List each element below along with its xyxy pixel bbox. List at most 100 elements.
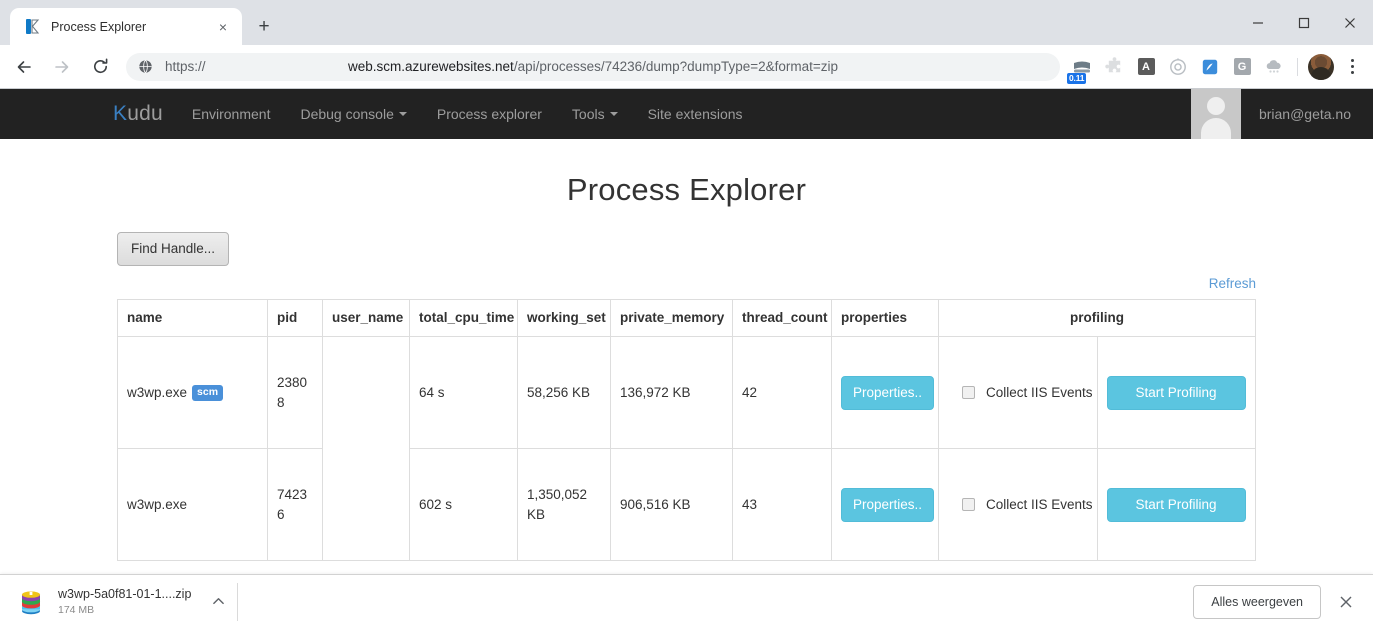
tab-title: Process Explorer — [51, 19, 147, 34]
collect-iis-events-label: Collect IIS Events — [986, 384, 1093, 400]
chevron-down-icon — [609, 112, 618, 116]
kudu-user-area: brian@geta.no — [1190, 89, 1373, 139]
nav-item-environment-label: Environment — [191, 106, 271, 122]
cloud-extension-icon[interactable] — [1260, 53, 1288, 81]
col-header-thread-count: thread_count — [732, 299, 832, 337]
process-name: w3wp.exe — [127, 496, 188, 512]
chevron-down-icon — [398, 112, 407, 116]
status-badge: scm — [192, 384, 224, 401]
address-scheme: https:// — [165, 59, 206, 74]
cell-properties: Properties.. — [831, 336, 939, 449]
find-handle-button[interactable]: Find Handle... — [117, 232, 230, 266]
blue-bird-extension-icon[interactable] — [1196, 53, 1224, 81]
col-header-profiling: profiling — [938, 299, 1256, 337]
col-header-properties: properties — [831, 299, 939, 337]
cell-user-name — [322, 336, 410, 449]
chevron-up-icon[interactable] — [205, 589, 231, 615]
cell-collect-iis-events: Collect IIS Events — [938, 336, 1098, 449]
col-header-user-name: user_name — [322, 299, 410, 337]
cell-thread-count: 42 — [732, 336, 832, 449]
target-extension-icon[interactable] — [1164, 53, 1192, 81]
reader-extension-icon[interactable]: 0.11 — [1067, 53, 1096, 84]
adblock-letter: A — [1137, 58, 1155, 75]
show-all-downloads-button[interactable]: Alles weergeven — [1193, 584, 1321, 619]
nav-item-environment[interactable]: Environment — [177, 89, 286, 139]
google-g-extension-icon[interactable]: G — [1228, 53, 1256, 81]
three-dot-menu-icon[interactable] — [1339, 53, 1365, 81]
puzzle-extension-icon[interactable] — [1100, 53, 1128, 81]
reader-extension-badge: 0.11 — [1067, 72, 1087, 84]
collect-iis-events-checkbox[interactable] — [962, 498, 975, 511]
toolbar-divider — [1297, 57, 1298, 76]
browser-title-bar: Process Explorer × + — [0, 0, 1373, 45]
globe-icon — [138, 59, 154, 75]
browser-tab[interactable]: Process Explorer × — [10, 8, 242, 45]
cell-private-memory: 906,516 KB — [610, 448, 733, 561]
address-url: web.scm.azurewebsites.net/api/processes/… — [126, 59, 1060, 74]
col-header-name: name — [117, 299, 268, 337]
properties-button[interactable]: Properties.. — [841, 487, 935, 522]
profile-avatar[interactable] — [1308, 53, 1334, 80]
download-file-name: w3wp-5a0f81-01-1....zip — [58, 587, 192, 601]
download-file-size: 174 MB — [58, 604, 95, 616]
refresh-row: Refresh — [117, 275, 1256, 292]
nav-item-debug-console-label: Debug console — [300, 106, 394, 122]
close-icon[interactable] — [1327, 0, 1373, 45]
properties-button[interactable]: Properties.. — [841, 375, 935, 410]
download-shelf: w3wp-5a0f81-01-1....zip 174 MB Alles wee… — [0, 574, 1373, 628]
page-body: Process Explorer Find Handle... Refresh … — [0, 172, 1373, 561]
col-header-total-cpu-time: total_cpu_time — [409, 299, 518, 337]
cell-thread-count: 43 — [732, 448, 832, 561]
extensions-bar: 0.11 A G — [1060, 53, 1365, 84]
new-tab-button[interactable]: + — [250, 12, 278, 40]
cell-properties: Properties.. — [831, 448, 939, 561]
cell-working-set: 58,256 KB — [517, 336, 611, 449]
close-download-shelf-icon[interactable] — [1333, 589, 1359, 615]
nav-item-site-extensions-label: Site extensions — [647, 106, 743, 122]
cell-collect-iis-events: Collect IIS Events — [938, 448, 1098, 561]
download-shelf-actions: Alles weergeven — [1193, 584, 1359, 619]
adblock-a-icon[interactable]: A — [1132, 53, 1160, 81]
nav-item-debug-console[interactable]: Debug console — [285, 89, 421, 139]
nav-item-site-extensions[interactable]: Site extensions — [633, 89, 758, 139]
back-arrow-icon[interactable] — [8, 51, 40, 83]
cell-user-name — [322, 448, 410, 561]
page-title: Process Explorer — [566, 172, 807, 207]
collect-iis-events-label: Collect IIS Events — [986, 496, 1093, 512]
page-viewport: Kudu Environment Debug console Process e… — [0, 89, 1373, 628]
window-controls — [1235, 0, 1373, 45]
address-path: /api/processes/74236/dump?dumpType=2&for… — [513, 59, 839, 74]
table-row: w3wp.exe 74236 602 s 1,350,052 KB 906,51… — [117, 448, 1256, 561]
table-header-row: name pid user_name total_cpu_time workin… — [117, 299, 1256, 337]
maximize-icon[interactable] — [1281, 0, 1327, 45]
address-host: web.scm.azurewebsites.net — [347, 59, 514, 74]
cell-pid: 23808 — [267, 336, 323, 449]
kudu-navbar: Kudu Environment Debug console Process e… — [0, 89, 1373, 139]
start-profiling-button[interactable]: Start Profiling — [1106, 487, 1246, 522]
browser-toolbar: https:// web.scm.azurewebsites.net/api/p… — [0, 45, 1373, 89]
tab-close-icon[interactable]: × — [214, 18, 232, 36]
nav-item-process-explorer[interactable]: Process explorer — [422, 89, 557, 139]
tab-strip: Process Explorer × + — [0, 0, 278, 45]
cell-pid: 74236 — [267, 448, 323, 561]
download-item[interactable]: w3wp-5a0f81-01-1....zip 174 MB — [16, 582, 239, 621]
process-table-head: name pid user_name total_cpu_time workin… — [117, 299, 1256, 337]
avatar — [1190, 89, 1241, 139]
table-row: w3wp.exe scm 23808 64 s 58,256 KB 136,972… — [117, 336, 1256, 449]
refresh-link[interactable]: Refresh — [1209, 276, 1256, 291]
process-table: name pid user_name total_cpu_time workin… — [117, 299, 1256, 561]
start-profiling-button[interactable]: Start Profiling — [1106, 375, 1246, 410]
kudu-logo-k: K — [113, 102, 128, 125]
nav-item-tools[interactable]: Tools — [557, 89, 633, 139]
reload-icon[interactable] — [84, 51, 116, 83]
minimize-icon[interactable] — [1235, 0, 1281, 45]
address-bar[interactable]: https:// web.scm.azurewebsites.net/api/p… — [126, 52, 1060, 81]
browser-window: Process Explorer × + https:// web.scm.az… — [0, 0, 1373, 628]
forward-arrow-icon[interactable] — [46, 51, 78, 83]
nav-item-tools-label: Tools — [571, 106, 605, 122]
collect-iis-events-checkbox[interactable] — [962, 386, 975, 399]
col-header-private-memory: private_memory — [610, 299, 733, 337]
google-letter: G — [1233, 58, 1251, 75]
archive-zip-icon — [16, 587, 46, 617]
kudu-logo[interactable]: Kudu — [0, 89, 177, 139]
